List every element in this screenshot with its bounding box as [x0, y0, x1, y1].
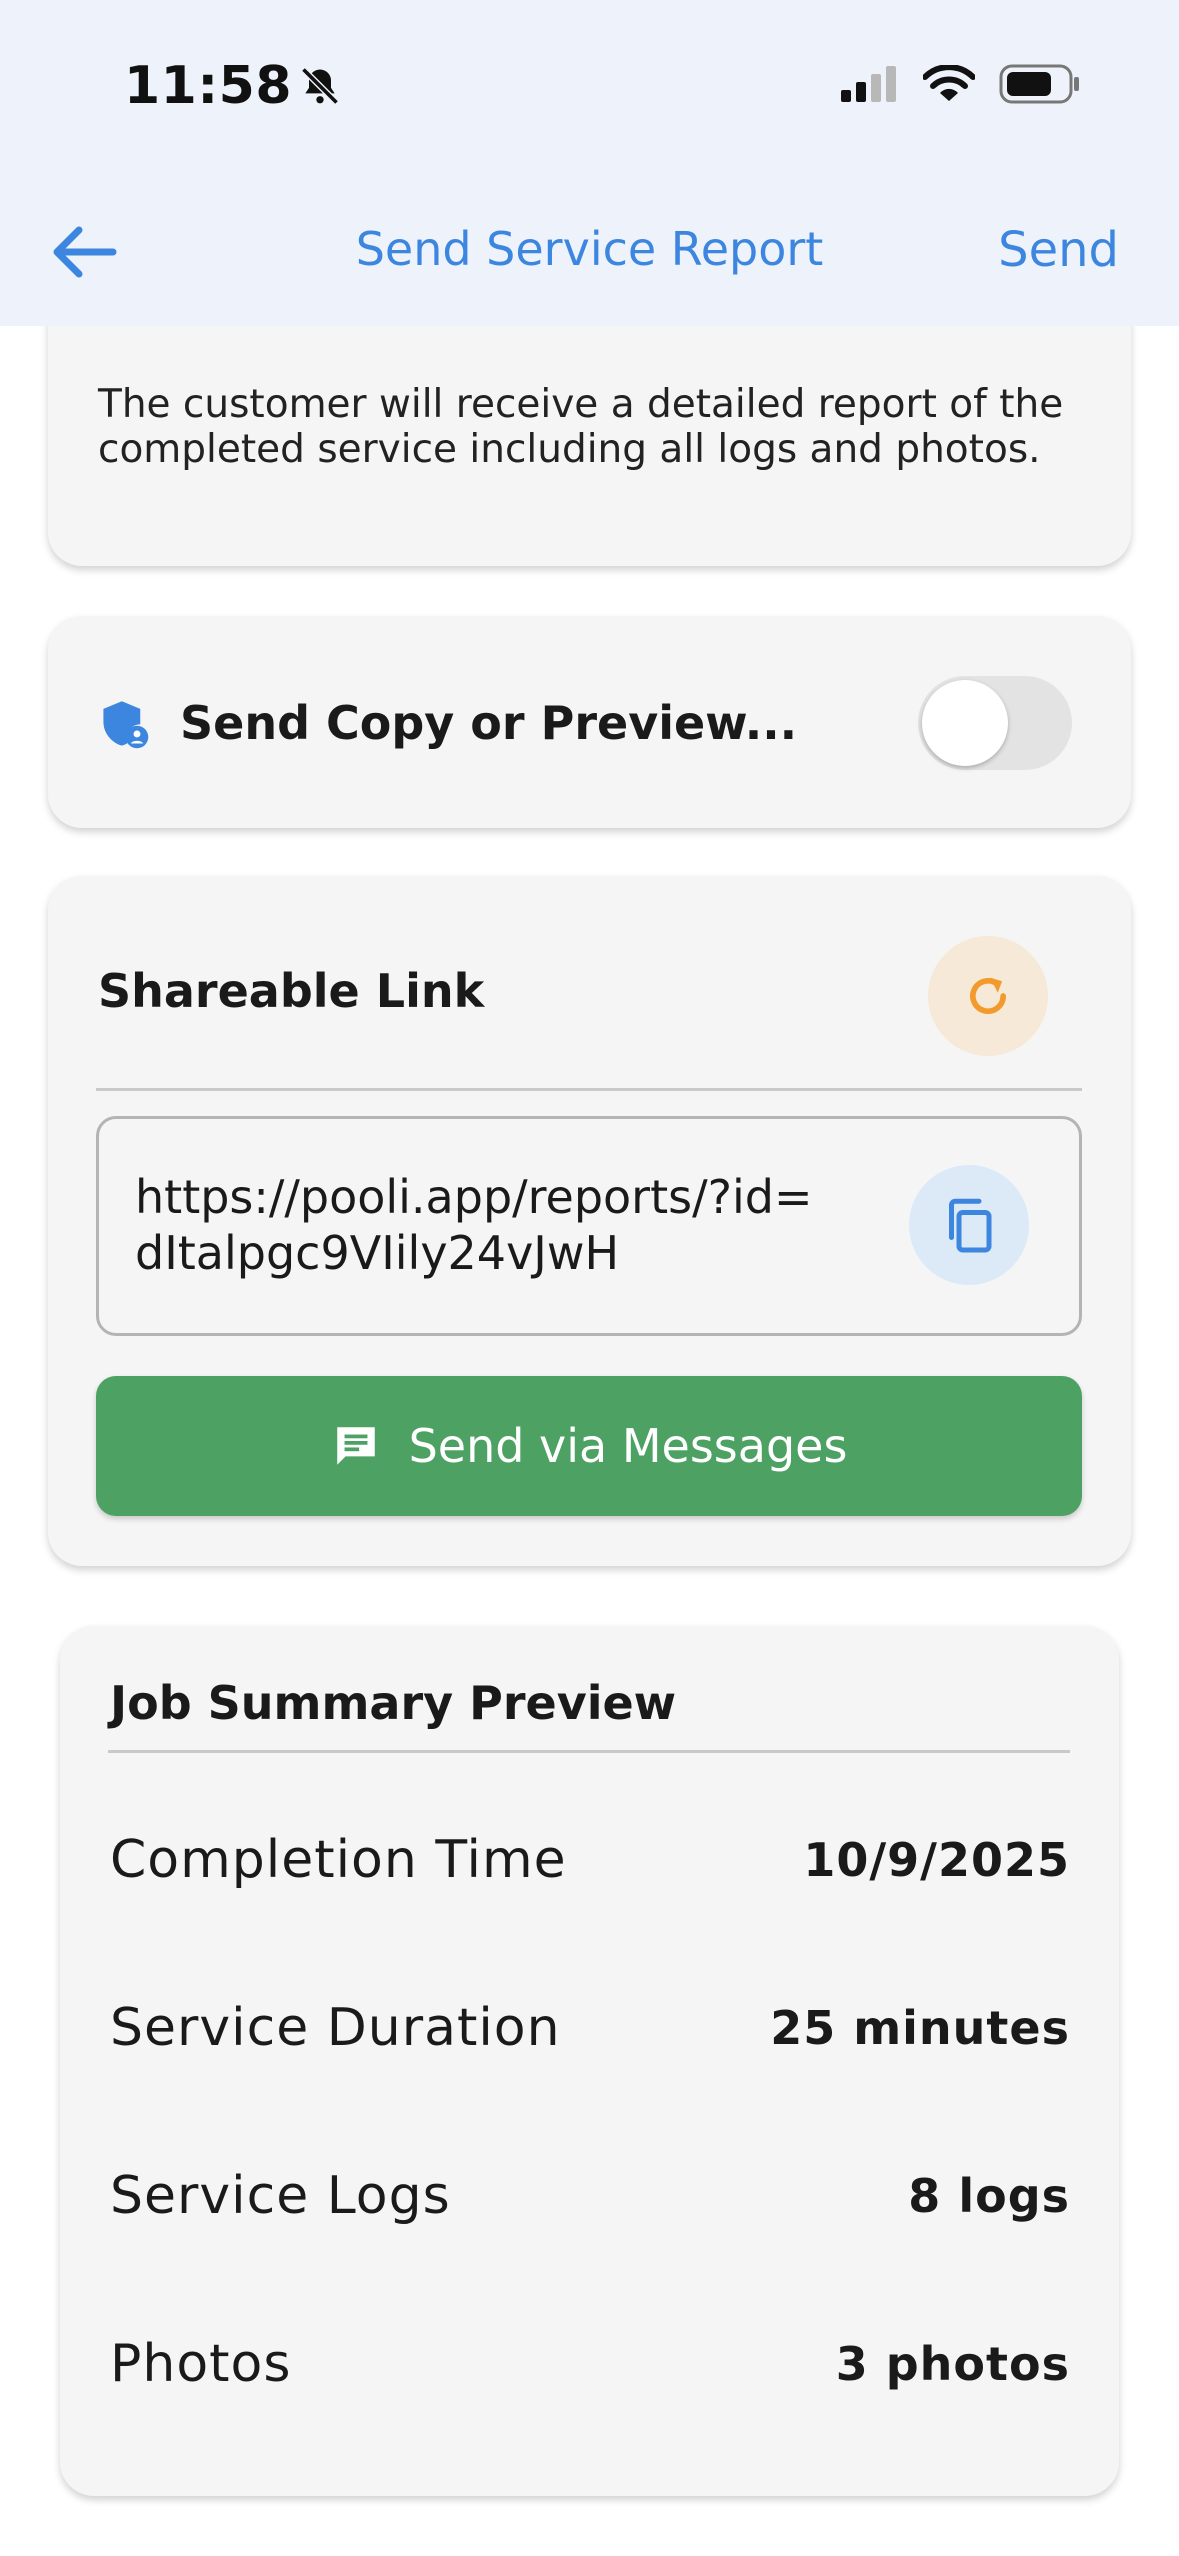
divider [96, 1088, 1082, 1091]
row-label: Service Logs [110, 2166, 451, 2226]
wifi-icon [923, 65, 975, 101]
status-icons [841, 64, 1081, 104]
job-summary-title: Job Summary Preview [110, 1676, 677, 1730]
link-field[interactable]: https://pooli.app/reports/?id=dItalpgc9V… [96, 1116, 1082, 1336]
link-url: https://pooli.app/reports/?id=dItalpgc9V… [135, 1170, 813, 1280]
message-icon [336, 1427, 375, 1465]
shareable-link-title: Shareable Link [98, 964, 485, 1018]
row-value: 25 minutes [770, 2001, 1070, 2055]
row-value: 10/9/2025 [803, 1833, 1070, 1887]
send-via-messages-label: Send via Messages [408, 1419, 848, 1473]
toggle-knob [922, 680, 1008, 766]
refresh-link-button[interactable] [928, 936, 1048, 1056]
status-time: 11:58 [124, 56, 342, 116]
copy-preview-card: Send Copy or Preview... [48, 616, 1131, 828]
send-via-messages-button[interactable]: Send via Messages [96, 1376, 1082, 1516]
row-label: Service Duration [110, 1998, 561, 2058]
copy-preview-toggle[interactable] [918, 676, 1072, 770]
summary-row-photos: Photos 3 photos [110, 2324, 1070, 2404]
row-label: Completion Time [110, 1830, 567, 1890]
shield-person-icon [103, 701, 149, 749]
shareable-link-card: Shareable Link https://pooli.app/reports… [48, 876, 1131, 1566]
copy-link-button[interactable] [909, 1165, 1029, 1285]
summary-row-service-duration: Service Duration 25 minutes [110, 1988, 1070, 2068]
copy-icon [949, 1198, 992, 1253]
intro-description: The customer will receive a detailed rep… [98, 382, 1064, 472]
cellular-signal-icon [841, 66, 896, 102]
bell-slash-icon [301, 67, 339, 105]
copy-preview-label: Send Copy or Preview... [180, 696, 798, 750]
send-button[interactable]: Send [998, 222, 1119, 278]
summary-row-service-logs: Service Logs 8 logs [110, 2156, 1070, 2236]
job-summary-card: Job Summary Preview Completion Time 10/9… [60, 1626, 1119, 2496]
row-value: 3 photos [835, 2337, 1070, 2391]
divider [108, 1750, 1070, 1753]
summary-row-completion-time: Completion Time 10/9/2025 [110, 1820, 1070, 1900]
top-bar: 11:58 Send Service Report Send [0, 0, 1179, 326]
row-label: Photos [110, 2334, 292, 2394]
refresh-icon [970, 977, 1006, 1014]
battery-icon [999, 64, 1079, 104]
row-value: 8 logs [908, 2169, 1070, 2223]
